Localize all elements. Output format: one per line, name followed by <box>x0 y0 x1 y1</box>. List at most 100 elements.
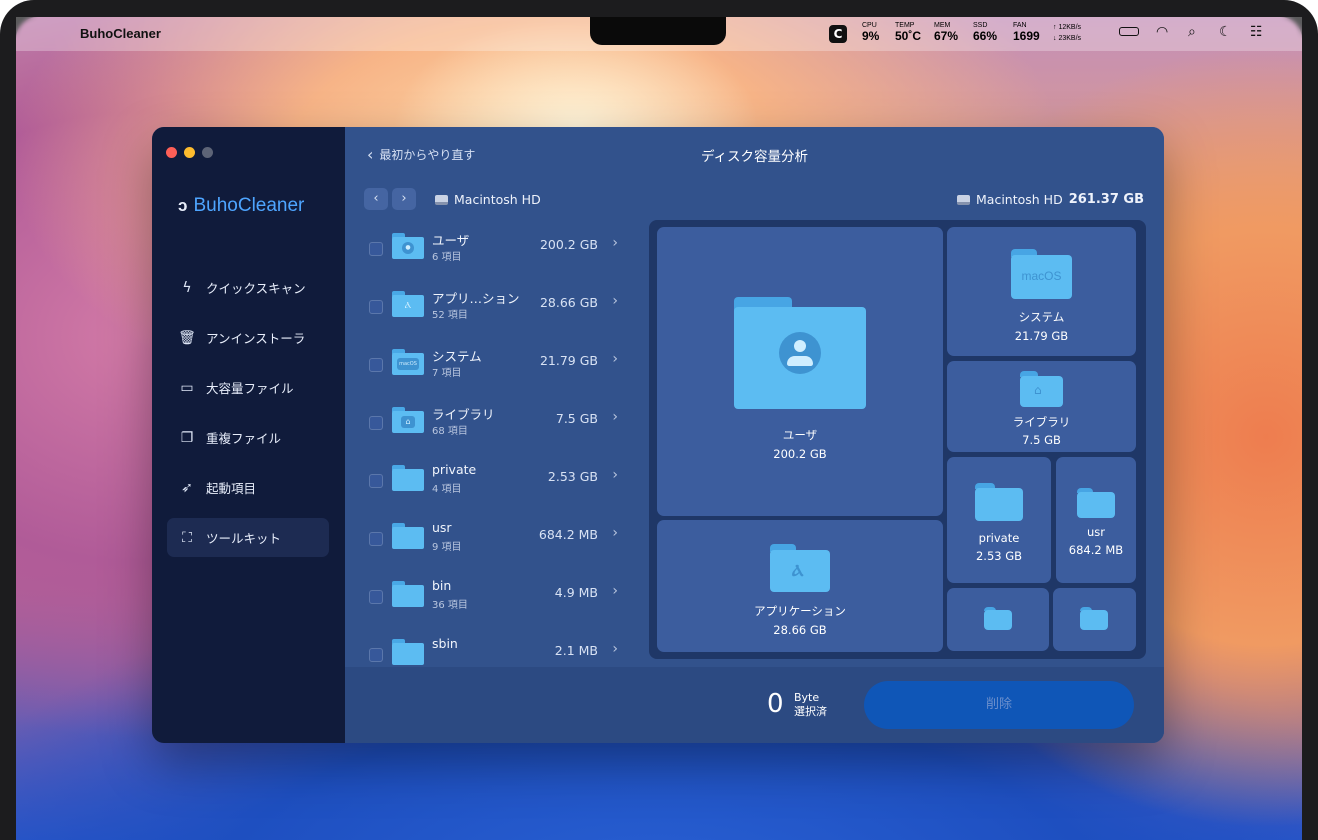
folder-icon <box>392 639 424 665</box>
select-checkbox[interactable] <box>369 648 383 662</box>
chevron-right-icon[interactable]: › <box>612 293 618 309</box>
list-item[interactable]: sbin 2.1 MB › <box>345 633 645 665</box>
brand-logo: ↄ BuhoCleaner <box>178 195 304 217</box>
list-item[interactable]: ● ユーザ 6 項目 200.2 GB › <box>345 227 645 285</box>
select-checkbox[interactable] <box>369 590 383 604</box>
library-folder-icon: ⌂ <box>1020 371 1063 407</box>
stat-temp[interactable]: TEMP 50˚C <box>895 22 921 42</box>
sidebar-item-label: アンインストーラ <box>206 331 306 346</box>
stat-fan[interactable]: FAN 1699 <box>1013 22 1040 42</box>
library-folder-icon: ⌂ <box>392 407 424 437</box>
item-size: 200.2 GB <box>539 237 598 252</box>
focus-moon-icon[interactable]: ☾ <box>1219 24 1232 40</box>
select-checkbox[interactable] <box>369 358 383 372</box>
sidebar-item-toolkit[interactable]: ⛶ ツールキット <box>167 518 329 557</box>
select-checkbox[interactable] <box>369 416 383 430</box>
sidebar-item-large-files[interactable]: ▭ 大容量ファイル <box>167 368 329 407</box>
list-item[interactable]: ⌂ ライブラリ 68 項目 7.5 GB › <box>345 401 645 459</box>
stat-mem[interactable]: MEM 67% <box>934 22 958 42</box>
disk-treemap: ユーザ 200.2 GB Ⲁ アプリケーション 28.66 GB macOS シ… <box>649 220 1146 659</box>
chevron-right-icon[interactable]: › <box>612 409 618 425</box>
action-bar: 0 Byte 選択済 削除 <box>345 667 1164 743</box>
page-title: ディスク容量分析 <box>700 149 809 165</box>
treemap-tile-users[interactable]: ユーザ 200.2 GB <box>657 227 943 516</box>
select-checkbox[interactable] <box>369 532 383 546</box>
tile-name: ライブラリ <box>1012 415 1071 429</box>
select-checkbox[interactable] <box>369 242 383 256</box>
item-size: 2.53 GB <box>547 469 598 484</box>
stat-ssd[interactable]: SSD 66% <box>973 22 997 42</box>
chevron-right-icon[interactable]: › <box>612 235 618 251</box>
app-window: ↄ BuhoCleaner ϟ クイックスキャン 🗑︎ アンインストーラ ▭ 大… <box>152 127 1164 743</box>
list-item[interactable]: bin 36 項目 4.9 MB › <box>345 575 645 633</box>
breadcrumb[interactable]: Macintosh HD <box>435 192 541 207</box>
control-center-icon[interactable]: ☷ <box>1250 24 1263 40</box>
treemap-tile-system[interactable]: macOS システム 21.79 GB <box>947 227 1136 356</box>
menu-app-name[interactable]: BuhoCleaner <box>80 26 161 41</box>
zoom-window-button[interactable] <box>202 147 213 158</box>
list-item[interactable]: macOS システム 7 項目 21.79 GB › <box>345 343 645 401</box>
buhocleaner-menu-icon[interactable]: C <box>829 25 847 43</box>
list-item[interactable]: private 4 項目 2.53 GB › <box>345 459 645 517</box>
item-name: アプリ…ション <box>432 291 520 306</box>
minimize-window-button[interactable] <box>184 147 195 158</box>
list-item[interactable]: Ⲁ アプリ…ション 52 項目 28.66 GB › <box>345 285 645 343</box>
stat-cpu[interactable]: CPU 9% <box>862 22 879 42</box>
treemap-tile-small[interactable] <box>947 588 1049 651</box>
tile-size: 21.79 GB <box>1014 329 1069 343</box>
folder-icon <box>975 483 1023 521</box>
back-arrow-button[interactable]: ‹ <box>364 188 388 210</box>
treemap-tile-applications[interactable]: Ⲁ アプリケーション 28.66 GB <box>657 520 943 652</box>
chevron-right-icon[interactable]: › <box>612 525 618 541</box>
item-size: 21.79 GB <box>539 353 598 368</box>
select-checkbox[interactable] <box>369 474 383 488</box>
list-item[interactable]: usr 9 項目 684.2 MB › <box>345 517 645 575</box>
wifi-icon[interactable]: ◠ <box>1156 24 1168 40</box>
search-icon[interactable]: ⌕ <box>1188 24 1196 40</box>
chevron-right-icon[interactable]: › <box>612 467 618 483</box>
sidebar-item-uninstaller[interactable]: 🗑︎ アンインストーラ <box>167 318 329 357</box>
tile-size: 28.66 GB <box>773 623 827 637</box>
select-checkbox[interactable] <box>369 300 383 314</box>
close-window-button[interactable] <box>166 147 177 158</box>
treemap-tile-private[interactable]: private 2.53 GB <box>947 457 1051 583</box>
sidebar-item-quick-scan[interactable]: ϟ クイックスキャン <box>167 268 329 307</box>
history-nav: ‹ › <box>364 188 416 210</box>
item-count: 68 項目 <box>432 426 468 437</box>
item-size: 7.5 GB <box>555 411 598 426</box>
selected-label: 選択済 <box>794 705 827 718</box>
battery-icon[interactable] <box>1119 27 1139 36</box>
bolt-icon: ϟ <box>182 279 192 296</box>
folder-list: ● ユーザ 6 項目 200.2 GB › Ⲁ アプリ…ション 52 項目 28… <box>345 227 645 665</box>
treemap-tile-small[interactable] <box>1053 588 1136 651</box>
hard-disk-icon <box>435 194 448 205</box>
folder-icon <box>392 523 424 553</box>
treemap-tile-usr[interactable]: usr 684.2 MB <box>1056 457 1136 583</box>
folder-icon <box>392 465 424 495</box>
folder-icon: ▭ <box>180 379 194 396</box>
tile-size: 200.2 GB <box>773 447 827 461</box>
sidebar-item-startup-items[interactable]: ➶ 起動項目 <box>167 468 329 507</box>
stat-value: 67% <box>934 29 959 43</box>
item-name: ユーザ <box>432 233 470 248</box>
sidebar-item-duplicates[interactable]: ❐ 重複ファイル <box>167 418 329 457</box>
brand-name: BuhoCleaner <box>193 195 305 216</box>
treemap-tile-library[interactable]: ⌂ ライブラリ 7.5 GB <box>947 361 1136 452</box>
forward-arrow-button[interactable]: › <box>392 188 416 210</box>
folder-icon <box>984 607 1012 630</box>
hard-disk-icon <box>957 194 971 205</box>
delete-button[interactable]: 削除 <box>864 681 1134 729</box>
chevron-right-icon[interactable]: › <box>612 641 618 657</box>
net-down: ↓ 23KB/s <box>1053 35 1082 42</box>
folder-icon <box>392 581 424 611</box>
chevron-right-icon[interactable]: › <box>612 583 618 599</box>
duplicate-folder-icon: ❐ <box>180 429 194 446</box>
item-name: ライブラリ <box>432 407 495 422</box>
stat-value: 50˚C <box>895 29 922 43</box>
tile-name: アプリケーション <box>754 604 846 618</box>
item-count: 52 項目 <box>432 310 468 321</box>
item-size: 684.2 MB <box>538 527 598 542</box>
chevron-right-icon[interactable]: › <box>612 351 618 367</box>
network-speed[interactable]: ↑ 12KB/s ↓ 23KB/s <box>1053 22 1081 44</box>
item-name: sbin <box>432 636 458 651</box>
